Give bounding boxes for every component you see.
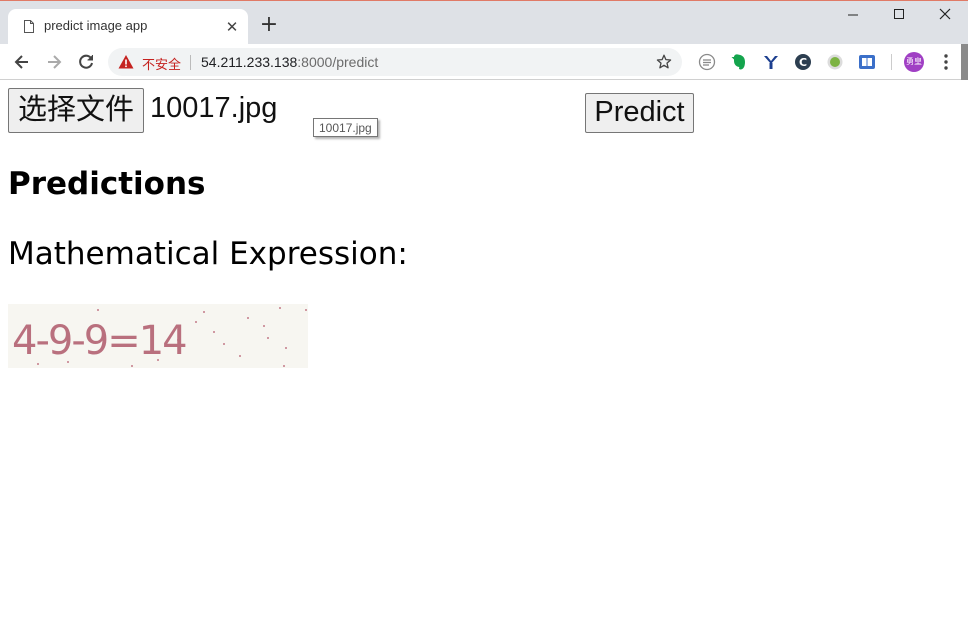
evernote-icon[interactable]: [730, 53, 748, 71]
choose-file-button[interactable]: 选择文件: [8, 88, 144, 133]
extension-reader-icon[interactable]: [698, 53, 716, 71]
extension-book-icon[interactable]: [858, 53, 876, 71]
toolbar-separator: [891, 54, 892, 70]
address-bar[interactable]: 不安全 54.211.233.138:8000/predict: [108, 48, 682, 76]
expression-label: Mathematical Expression:: [8, 236, 408, 272]
reload-icon[interactable]: [76, 52, 96, 72]
captcha-image: 4-9-9=14: [8, 304, 308, 368]
page-content: 选择文件 10017.jpg 10017.jpg Predict Predict…: [0, 80, 968, 624]
profile-avatar[interactable]: 勇皇: [904, 52, 924, 72]
maximize-button[interactable]: [876, 5, 922, 29]
browser-tabstrip: predict image app ✕ +: [0, 0, 968, 45]
browser-tab[interactable]: predict image app ✕: [8, 9, 248, 45]
tab-close-icon[interactable]: ✕: [224, 19, 240, 35]
extension-c-icon[interactable]: C: [794, 53, 812, 71]
scrollbar[interactable]: [961, 44, 968, 84]
bookmark-star-icon[interactable]: [656, 54, 672, 70]
file-tooltip: 10017.jpg: [313, 118, 378, 137]
new-tab-button[interactable]: +: [258, 14, 280, 36]
security-label[interactable]: 不安全: [142, 54, 181, 73]
forward-icon[interactable]: [44, 52, 64, 72]
tab-title: predict image app: [44, 18, 148, 33]
captcha-text: 4-9-9=14: [12, 318, 186, 364]
page-icon: [24, 20, 34, 33]
svg-text:C: C: [799, 56, 807, 69]
page-title: Predictions: [8, 166, 206, 202]
close-icon: [939, 8, 951, 20]
url-text[interactable]: 54.211.233.138:8000/predict: [201, 54, 378, 70]
predict-button[interactable]: Predict: [585, 93, 694, 133]
minimize-icon: [848, 14, 858, 16]
back-icon[interactable]: [12, 52, 32, 72]
maximize-icon: [894, 9, 904, 19]
browser-toolbar: 不安全 54.211.233.138:8000/predict C 勇皇: [0, 44, 968, 80]
menu-icon[interactable]: [938, 52, 954, 72]
url-path: :8000/predict: [297, 54, 379, 70]
address-separator: [190, 55, 191, 70]
extension-y-icon[interactable]: [762, 53, 780, 71]
window-close-button[interactable]: [922, 5, 968, 29]
minimize-button[interactable]: [830, 5, 876, 29]
warning-icon[interactable]: [118, 54, 134, 70]
extension-dot-icon[interactable]: [826, 53, 844, 71]
url-host: 54.211.233.138: [201, 54, 298, 70]
selected-file-name: 10017.jpg: [150, 92, 278, 124]
